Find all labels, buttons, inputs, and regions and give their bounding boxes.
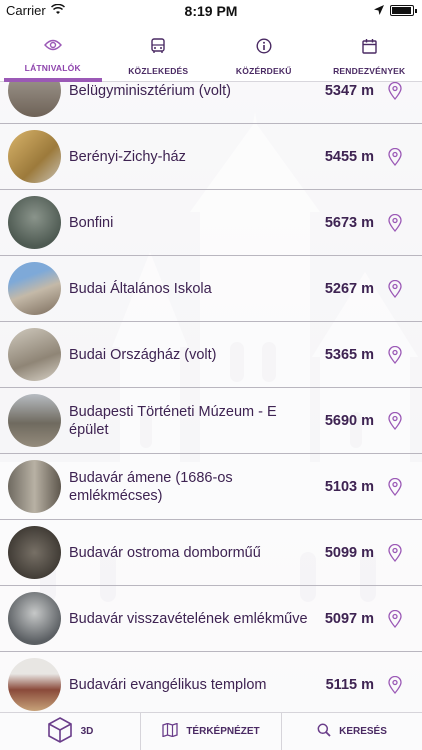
map-pin-icon[interactable] [388, 345, 402, 364]
location-arrow-icon [374, 3, 384, 18]
sight-distance: 5103 m [324, 478, 374, 495]
tab-label: KÖZÉRDEKŰ [235, 66, 292, 76]
sight-name: Bonfini [69, 214, 114, 231]
map-pin-icon[interactable] [388, 213, 402, 232]
sight-name: Budapesti Történeti Múzeum - E épület [69, 403, 277, 438]
map-pin-icon[interactable] [388, 675, 402, 694]
map-view-button[interactable]: TÉRKÉPNÉZET [141, 713, 282, 750]
sight-distance: 5099 m [324, 544, 374, 561]
sight-name: Berényi-Zichy-ház [69, 148, 186, 165]
tab-public-info[interactable]: KÖZÉRDEKŰ [211, 22, 317, 81]
sight-distance: 5690 m [324, 412, 374, 429]
sight-thumbnail [8, 328, 61, 381]
list-item[interactable]: Budavár ámene (1686-os emlékmécses) 5103… [0, 454, 422, 520]
category-tab-bar: LÁTNIVALÓK KÖZLEKEDÉS KÖZÉRDEKŰ RENDEZVÉ… [0, 22, 422, 82]
list-item[interactable]: Berényi-Zichy-ház 5455 m [0, 124, 422, 190]
sight-thumbnail [8, 130, 61, 183]
calendar-icon [362, 38, 377, 59]
sight-name: Belügyminisztérium (volt) [69, 82, 231, 99]
sight-thumbnail [8, 592, 61, 645]
map-pin-icon[interactable] [388, 543, 402, 562]
sight-name: Budai Általános Iskola [69, 280, 212, 297]
bottom-toolbar: 3D TÉRKÉPNÉZET KERESÉS [0, 712, 422, 750]
sight-name: Budavári evangélikus templom [69, 676, 267, 693]
sight-thumbnail [8, 394, 61, 447]
tab-label: KÖZLEKEDÉS [128, 66, 189, 76]
info-icon [256, 38, 272, 59]
sight-thumbnail [8, 460, 61, 513]
sight-name: Budavár visszavételének emlékműve [69, 610, 308, 627]
sight-distance: 5267 m [324, 280, 374, 297]
list-item[interactable]: Budavári evangélikus templom 5115 m [0, 652, 422, 712]
sight-thumbnail [8, 262, 61, 315]
sight-distance: 5115 m [325, 676, 374, 693]
sight-distance: 5097 m [324, 610, 374, 627]
sight-distance: 5365 m [324, 346, 374, 363]
search-icon [317, 723, 331, 740]
list-item[interactable]: Budapesti Történeti Múzeum - E épület 56… [0, 388, 422, 454]
tab-sights[interactable]: LÁTNIVALÓK [0, 22, 106, 82]
battery-icon [390, 5, 417, 16]
sight-thumbnail [8, 658, 61, 711]
sight-thumbnail [8, 196, 61, 249]
list-item[interactable]: Bonfini 5673 m [0, 190, 422, 256]
sight-distance: 5347 m [324, 82, 374, 99]
map-icon [162, 722, 178, 740]
list-item[interactable]: Budai Általános Iskola 5267 m [0, 256, 422, 322]
sight-distance: 5455 m [324, 148, 374, 165]
sight-name: Budavár ostroma domborműű [69, 544, 261, 561]
tab-label: RENDEZVÉNYEK [333, 66, 406, 76]
map-pin-icon[interactable] [388, 82, 402, 100]
list-item[interactable]: Belügyminisztérium (volt) 5347 m [0, 82, 422, 124]
map-pin-icon[interactable] [388, 411, 402, 430]
tab-transport[interactable]: KÖZLEKEDÉS [106, 22, 212, 81]
bus-icon [151, 38, 165, 59]
tab-events[interactable]: RENDEZVÉNYEK [317, 22, 422, 81]
status-time: 8:19 PM [184, 3, 238, 19]
status-bar: Carrier 8:19 PM [0, 0, 422, 22]
map-pin-icon[interactable] [388, 279, 402, 298]
map-pin-icon[interactable] [388, 477, 402, 496]
view-3d-button[interactable]: 3D [0, 713, 141, 750]
map-view-label: TÉRKÉPNÉZET [186, 726, 260, 737]
sight-thumbnail [8, 526, 61, 579]
cube-icon [47, 716, 73, 747]
search-label: KERESÉS [339, 726, 387, 737]
search-button[interactable]: KERESÉS [282, 713, 422, 750]
map-pin-icon[interactable] [388, 147, 402, 166]
sight-thumbnail [8, 82, 61, 117]
map-pin-icon[interactable] [388, 609, 402, 628]
sight-name: Budai Országház (volt) [69, 346, 217, 363]
view-3d-label: 3D [80, 726, 94, 737]
list-item[interactable]: Budavár ostroma domborműű 5099 m [0, 520, 422, 586]
list-item[interactable]: Budai Országház (volt) 5365 m [0, 322, 422, 388]
sight-name: Budavár ámene (1686-os emlékmécses) [69, 469, 233, 504]
list-item[interactable]: Budavár visszavételének emlékműve 5097 m [0, 586, 422, 652]
sights-list: Belügyminisztérium (volt) 5347 m Berényi… [0, 82, 422, 712]
eye-icon [43, 38, 62, 56]
sight-distance: 5673 m [324, 214, 374, 231]
tab-label: LÁTNIVALÓK [24, 63, 81, 73]
